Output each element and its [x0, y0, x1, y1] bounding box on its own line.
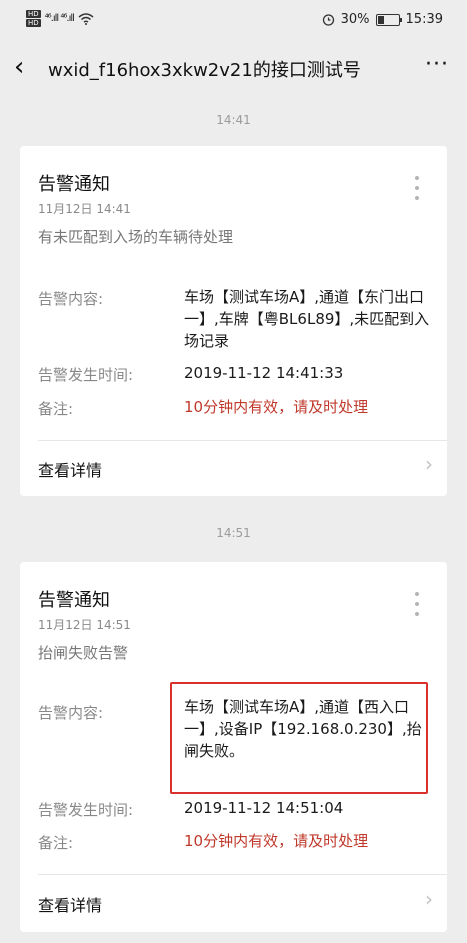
card-title: 告警通知	[38, 174, 110, 195]
view-details-link[interactable]: 查看详情	[38, 892, 102, 916]
note-value: 10分钟内有效，请及时处理	[184, 398, 369, 416]
hd-badge: HD	[26, 19, 41, 27]
time-label: 告警发生时间:	[38, 801, 134, 819]
chevron-right-icon[interactable]: ›	[425, 887, 433, 911]
kebab-menu-icon[interactable]	[415, 176, 419, 200]
message-timestamp: 14:41	[216, 113, 251, 127]
card-date: 11月12日 14:41	[38, 202, 131, 216]
note-label: 备注:	[38, 400, 74, 418]
signal-icon: ⁴⁶.ıll ⁴⁶.ıll	[44, 13, 75, 24]
battery-icon	[375, 13, 402, 26]
alarm-icon	[322, 14, 334, 26]
highlight-box	[170, 682, 428, 794]
back-icon[interactable]: ‹	[14, 52, 24, 82]
card-subtitle: 有未匹配到入场的车辆待处理	[38, 228, 234, 246]
view-details-link[interactable]: 查看详情	[38, 457, 102, 481]
card-date: 11月12日 14:51	[38, 618, 131, 632]
chevron-right-icon[interactable]: ›	[425, 452, 433, 476]
hd-badge: HD	[26, 10, 41, 18]
divider	[38, 874, 447, 875]
time-value: 2019-11-12 14:51:04	[184, 799, 344, 817]
divider	[38, 440, 447, 441]
note-value: 10分钟内有效，请及时处理	[184, 832, 369, 850]
wifi-icon	[78, 12, 94, 25]
alert-card[interactable]: 告警通知 11月12日 14:51 抬闸失败告警 告警内容: 车场【测试车场A】…	[20, 562, 447, 932]
page-title: wxid_f16hox3xkw2v21的接口测试号	[48, 60, 361, 81]
content-label: 告警内容:	[38, 704, 104, 722]
kebab-menu-icon[interactable]	[415, 592, 419, 616]
status-bar: HD HD ⁴⁶.ıll ⁴⁶.ıll 30% 15:39	[0, 0, 467, 40]
nav-bar: ‹ wxid_f16hox3xkw2v21的接口测试号 ···	[0, 40, 467, 96]
battery-percent: 30%	[340, 12, 370, 27]
note-label: 备注:	[38, 834, 74, 852]
more-icon[interactable]: ···	[425, 52, 449, 77]
time-value: 2019-11-12 14:41:33	[184, 364, 344, 382]
alert-card[interactable]: 告警通知 11月12日 14:41 有未匹配到入场的车辆待处理 告警内容: 车场…	[20, 146, 447, 496]
message-timestamp: 14:51	[216, 526, 251, 540]
content-value: 车场【测试车场A】,通道【东门出口一】,车牌【粤BL6L89】,未匹配到入场记录	[184, 288, 430, 350]
status-right: 30% 15:39	[322, 12, 443, 27]
content-label: 告警内容:	[38, 290, 104, 308]
card-title: 告警通知	[38, 590, 110, 611]
hd-indicator: HD HD	[26, 10, 41, 27]
card-subtitle: 抬闸失败告警	[38, 644, 129, 662]
status-left: HD HD ⁴⁶.ıll ⁴⁶.ıll	[26, 10, 94, 27]
clock: 15:39	[405, 12, 443, 27]
time-label: 告警发生时间:	[38, 366, 134, 384]
